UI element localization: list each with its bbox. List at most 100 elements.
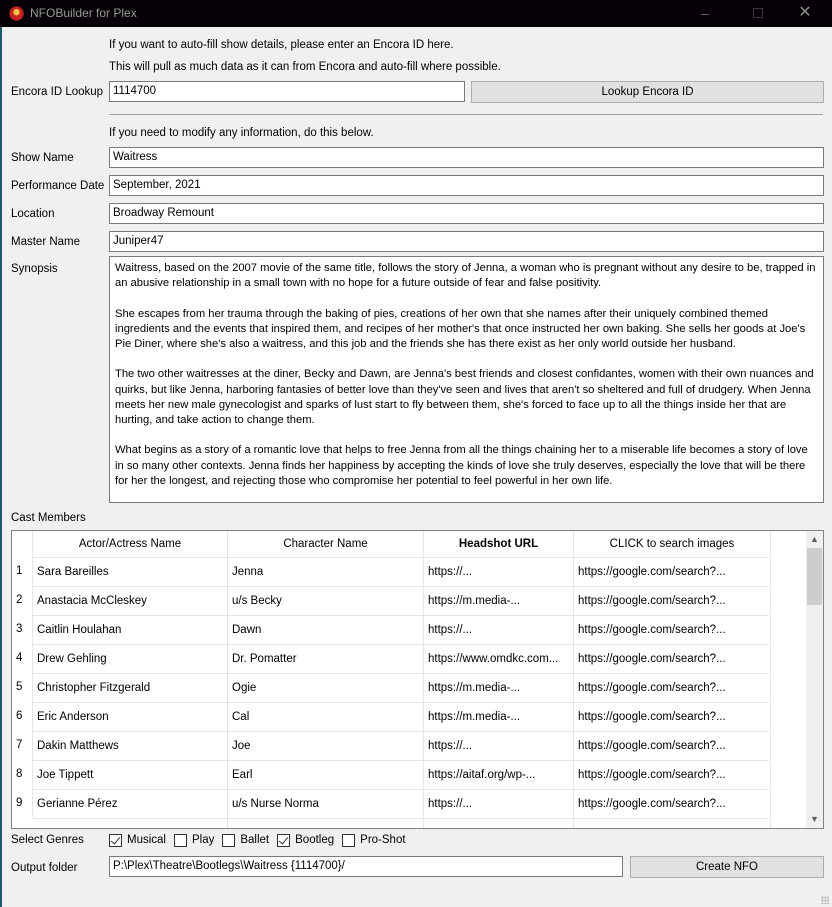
row-number[interactable]: 3 xyxy=(12,615,33,644)
genre-label: Ballet xyxy=(240,834,270,846)
table-row[interactable]: Drew Gehling Dr. Pomatter https://www.omdk… xyxy=(33,644,771,673)
master-name-input[interactable]: Juniper47 xyxy=(109,231,824,252)
search-images-cell[interactable]: https://google.com/search?... xyxy=(574,674,771,702)
section-divider xyxy=(109,114,823,115)
maximize-icon xyxy=(753,8,763,18)
headshot-url-cell[interactable]: https://m.media-... xyxy=(424,674,574,702)
checkbox-unchecked-icon[interactable] xyxy=(342,833,356,847)
table-row[interactable]: Joe Tippett Earl https://aitaf.org/wp-... h… xyxy=(33,760,771,789)
actor-cell[interactable]: Christopher Fitzgerald xyxy=(33,674,228,702)
character-cell[interactable]: Jenna xyxy=(228,558,424,586)
table-row-partial[interactable] xyxy=(33,818,771,828)
row-number[interactable]: 9 xyxy=(12,789,33,818)
search-images-cell[interactable]: https://google.com/search?... xyxy=(574,703,771,731)
row-number[interactable]: 6 xyxy=(12,702,33,731)
table-row[interactable]: Christopher Fitzgerald Ogie https://m.medi… xyxy=(33,673,771,702)
actor-cell[interactable]: Sara Bareilles xyxy=(33,558,228,586)
actor-cell[interactable]: Anastacia McCleskey xyxy=(33,587,228,615)
checkbox-unchecked-icon[interactable] xyxy=(173,833,187,847)
column-header-actor[interactable]: Actor/Actress Name xyxy=(33,531,228,557)
character-cell[interactable]: u/s Becky xyxy=(228,587,424,615)
headshot-url-cell[interactable]: https://m.media-... xyxy=(424,587,574,615)
actor-cell[interactable]: Gerianne Pérez xyxy=(33,790,228,818)
performance-date-input[interactable]: September, 2021 xyxy=(109,175,824,196)
search-images-cell[interactable]: https://google.com/search?... xyxy=(574,790,771,818)
plex-logo-icon xyxy=(9,6,24,21)
character-cell[interactable]: Earl xyxy=(228,761,424,789)
select-genres-label: Select Genres xyxy=(11,834,84,846)
resize-grip-icon[interactable] xyxy=(821,896,829,904)
headshot-url-cell[interactable]: https://... xyxy=(424,790,574,818)
corner-header[interactable] xyxy=(12,531,33,557)
encora-id-label: Encora ID Lookup xyxy=(11,86,104,98)
table-cell[interactable] xyxy=(228,819,424,828)
actor-cell[interactable]: Joe Tippett xyxy=(33,761,228,789)
table-row[interactable]: Gerianne Pérez u/s Nurse Norma https://...… xyxy=(33,789,771,818)
search-images-cell[interactable]: https://google.com/search?... xyxy=(574,616,771,644)
scroll-down-icon[interactable]: ▼ xyxy=(806,811,823,828)
table-scrollbar[interactable]: ▲ ▼ xyxy=(806,531,823,828)
synopsis-paragraph: Waitress, based on the 2007 movie of the… xyxy=(115,262,816,290)
table-row[interactable]: Caitlin Houlahan Dawn https://... https://g… xyxy=(33,615,771,644)
headshot-url-cell[interactable]: https://... xyxy=(424,732,574,760)
character-cell[interactable]: u/s Nurse Norma xyxy=(228,790,424,818)
synopsis-textarea[interactable]: Waitress, based on the 2007 movie of the… xyxy=(109,256,824,503)
character-cell[interactable]: Ogie xyxy=(228,674,424,702)
character-cell[interactable]: Cal xyxy=(228,703,424,731)
encora-id-input[interactable]: 1114700 xyxy=(109,81,465,102)
actor-cell[interactable]: Dakin Matthews xyxy=(33,732,228,760)
create-nfo-button[interactable]: Create NFO xyxy=(630,856,824,878)
row-number[interactable]: 5 xyxy=(12,673,33,702)
table-row[interactable]: Anastacia McCleskey u/s Becky https://m.me… xyxy=(33,586,771,615)
column-header-search-images[interactable]: CLICK to search images xyxy=(574,531,771,557)
headshot-url-cell[interactable]: https://m.media-... xyxy=(424,703,574,731)
search-images-cell[interactable]: https://google.com/search?... xyxy=(574,587,771,615)
table-cell[interactable] xyxy=(424,819,574,828)
actor-cell[interactable]: Caitlin Houlahan xyxy=(33,616,228,644)
search-images-cell[interactable]: https://google.com/search?... xyxy=(574,645,771,673)
checkbox-checked-icon[interactable] xyxy=(277,833,291,847)
maximize-button[interactable] xyxy=(743,3,773,23)
genre-checkbox-play[interactable]: Play xyxy=(173,833,214,847)
actor-cell[interactable]: Eric Anderson xyxy=(33,703,228,731)
table-row[interactable]: Eric Anderson Cal https://m.media-... https… xyxy=(33,702,771,731)
character-cell[interactable]: Dawn xyxy=(228,616,424,644)
cast-table[interactable]: Actor/Actress Name Character Name Headsh… xyxy=(11,530,824,829)
genre-checkbox-musical[interactable]: Musical xyxy=(109,833,166,847)
genre-checkbox-bootleg[interactable]: Bootleg xyxy=(277,833,334,847)
row-number[interactable]: 2 xyxy=(12,586,33,615)
actor-cell[interactable]: Drew Gehling xyxy=(33,645,228,673)
location-input[interactable]: Broadway Remount xyxy=(109,203,824,224)
checkbox-checked-icon[interactable] xyxy=(109,833,122,847)
character-cell[interactable]: Joe xyxy=(228,732,424,760)
table-cell[interactable] xyxy=(33,819,228,828)
show-name-input[interactable]: Waitress xyxy=(109,147,824,168)
genre-label: Pro-Shot xyxy=(360,834,406,846)
column-header-headshot-url[interactable]: Headshot URL xyxy=(424,531,574,557)
minimize-button[interactable]: – xyxy=(690,3,720,23)
search-images-cell[interactable]: https://google.com/search?... xyxy=(574,732,771,760)
genre-checkbox-ballet[interactable]: Ballet xyxy=(222,833,270,847)
table-row[interactable]: Sara Bareilles Jenna https://... https://go… xyxy=(33,557,771,586)
scroll-up-icon[interactable]: ▲ xyxy=(806,531,823,548)
character-cell[interactable]: Dr. Pomatter xyxy=(228,645,424,673)
search-images-cell[interactable]: https://google.com/search?... xyxy=(574,761,771,789)
row-number[interactable]: 8 xyxy=(12,760,33,789)
table-cell[interactable] xyxy=(574,819,771,828)
row-number[interactable]: 7 xyxy=(12,731,33,760)
lookup-encora-id-button[interactable]: Lookup Encora ID xyxy=(471,81,824,103)
row-number[interactable]: 1 xyxy=(12,557,33,586)
headshot-url-cell[interactable]: https://... xyxy=(424,616,574,644)
output-folder-input[interactable]: P:\Plex\Theatre\Bootlegs\Waitress {11147… xyxy=(109,856,623,877)
headshot-url-cell[interactable]: https://... xyxy=(424,558,574,586)
table-row[interactable]: Dakin Matthews Joe https://... https://goog… xyxy=(33,731,771,760)
search-images-cell[interactable]: https://google.com/search?... xyxy=(574,558,771,586)
column-header-character[interactable]: Character Name xyxy=(228,531,424,557)
genre-checkbox-pro-shot[interactable]: Pro-Shot xyxy=(342,833,406,847)
checkbox-unchecked-icon[interactable] xyxy=(222,833,236,847)
headshot-url-cell[interactable]: https://aitaf.org/wp-... xyxy=(424,761,574,789)
row-number[interactable]: 4 xyxy=(12,644,33,673)
headshot-url-cell[interactable]: https://www.omdkc.com... xyxy=(424,645,574,673)
close-button[interactable]: ✕ xyxy=(790,3,820,23)
scrollbar-thumb[interactable] xyxy=(807,548,822,605)
